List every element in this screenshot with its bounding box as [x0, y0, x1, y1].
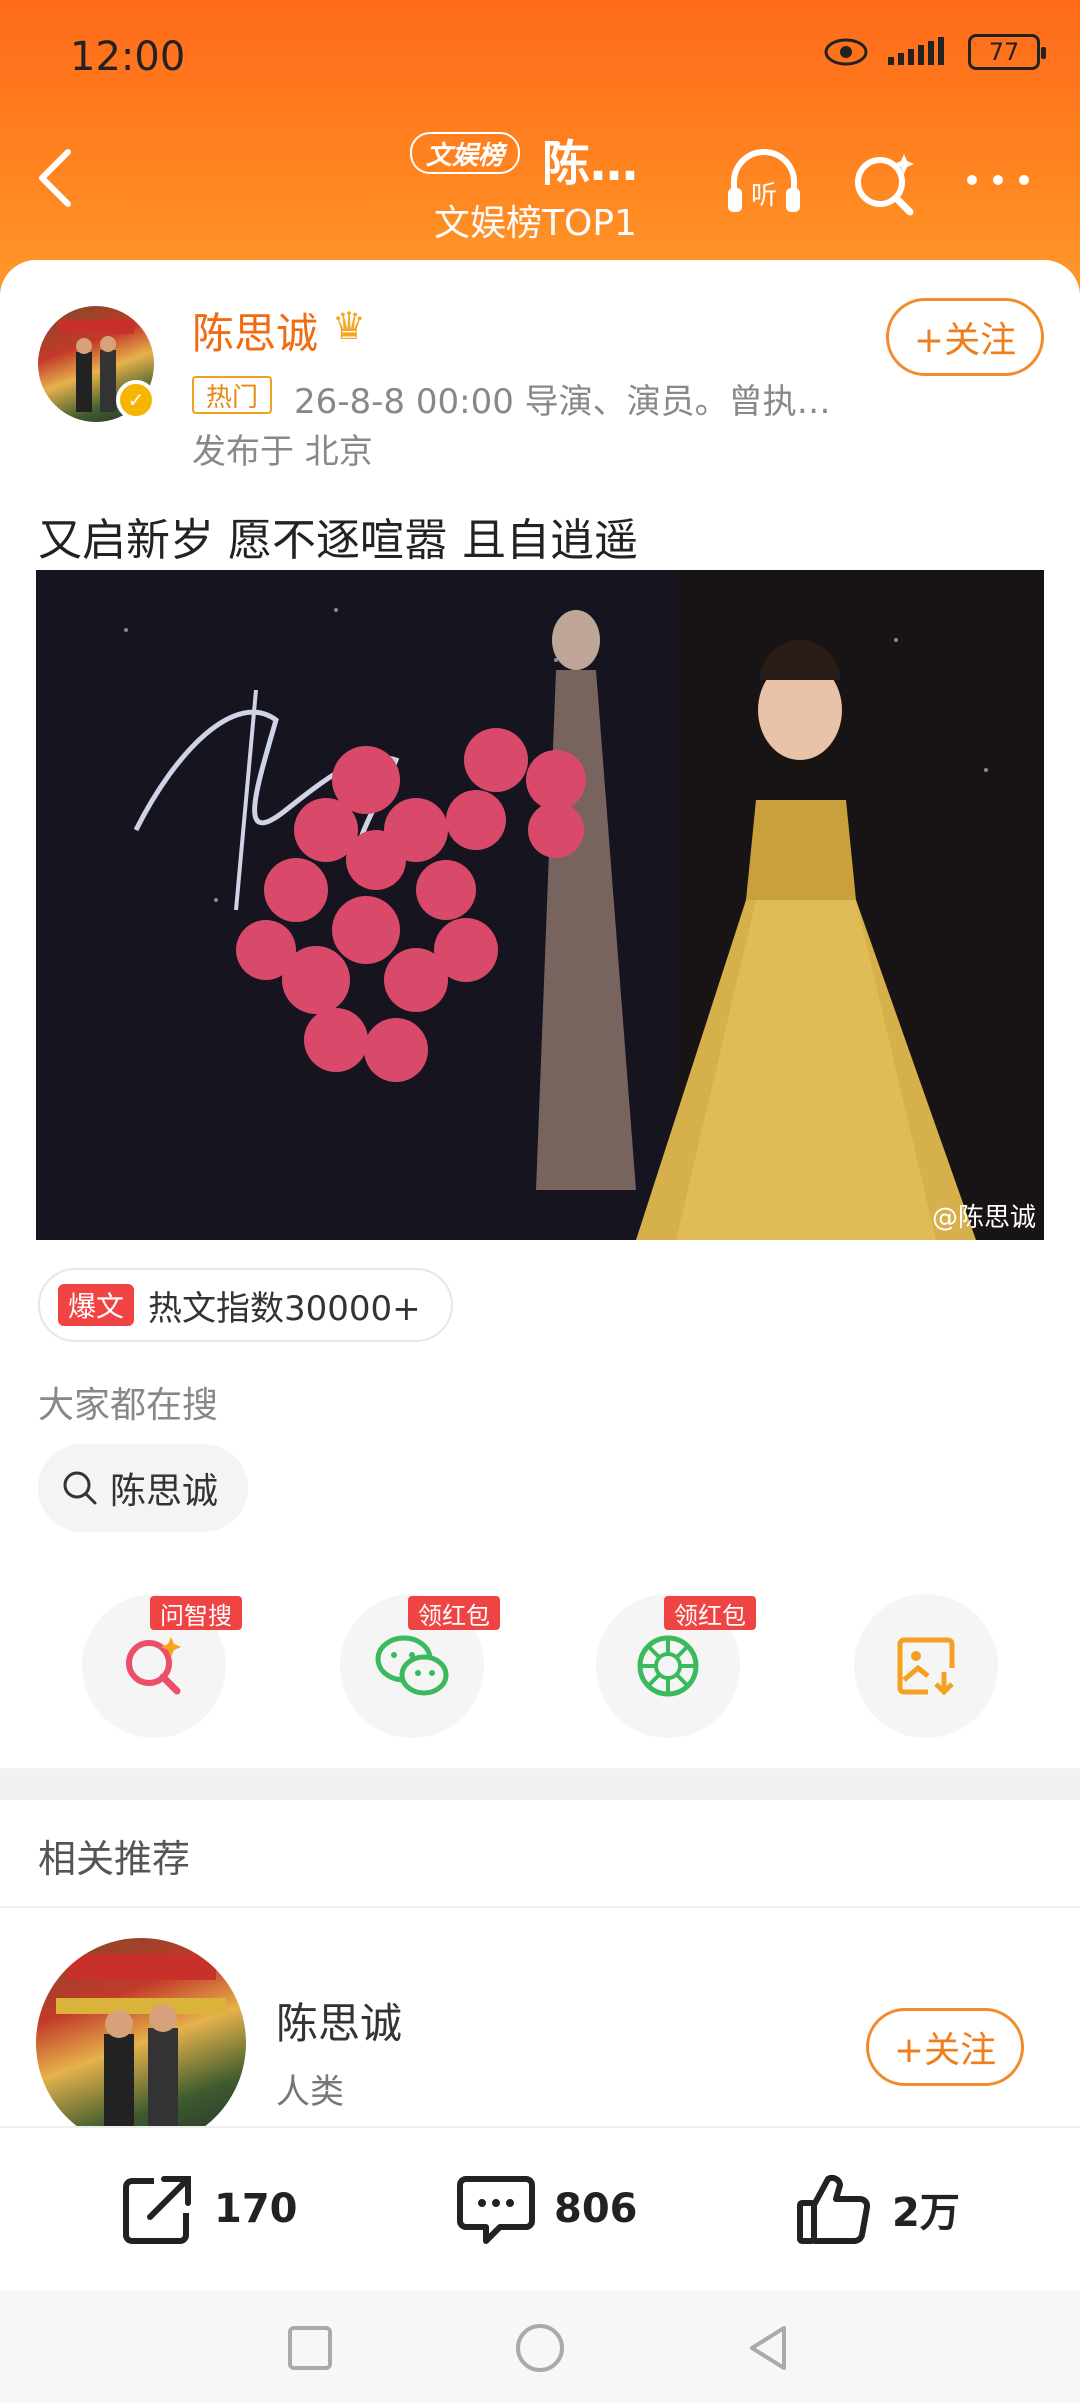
- hot-index-text: 热文指数30000+: [148, 1288, 421, 1329]
- share-count: 170: [214, 2186, 298, 2232]
- comment-count: 806: [554, 2186, 638, 2232]
- svg-text:听: 听: [751, 181, 777, 211]
- status-time: 12:00: [70, 34, 186, 80]
- page-title: 陈…: [542, 136, 639, 192]
- recommend-divider: [0, 1906, 1080, 1908]
- share-icon: [123, 2176, 191, 2244]
- search-icon: [63, 1471, 97, 1505]
- signal-icon: [888, 37, 944, 65]
- home-icon[interactable]: [510, 2318, 570, 2378]
- search-chip-label: 陈思诚: [110, 1471, 219, 1512]
- recents-icon[interactable]: [280, 2318, 340, 2378]
- back-icon[interactable]: [36, 148, 76, 208]
- save-image-button[interactable]: [854, 1594, 998, 1738]
- hot-tag: 热门: [192, 376, 273, 414]
- wechat-icon: [375, 1635, 449, 1696]
- post-image[interactable]: @陈思诚: [36, 570, 1044, 1240]
- recommend-subtitle: 人类: [276, 2072, 344, 2112]
- ranking-tag[interactable]: 文娱榜: [410, 132, 521, 174]
- recommend-follow-button[interactable]: +关注: [866, 2008, 1024, 2086]
- ai-search-tag: 问智搜: [150, 1596, 242, 1630]
- hot-article-badge: 爆文: [58, 1284, 135, 1326]
- page-subtitle[interactable]: 文娱榜TOP1: [434, 194, 637, 246]
- eye-icon: [824, 38, 868, 66]
- verified-badge-icon: ✓: [116, 380, 156, 420]
- save-image-icon: [897, 1637, 955, 1696]
- search-chip[interactable]: 陈思诚: [38, 1444, 249, 1532]
- ai-search-icon: [126, 1637, 181, 1695]
- battery-icon: 77: [968, 34, 1046, 70]
- like-count: 2万: [892, 2190, 960, 2236]
- moments-icon: [637, 1635, 699, 1697]
- post-location: 发布于 北京: [192, 432, 373, 472]
- search-section-label: 大家都在搜: [38, 1385, 219, 1426]
- listen-icon[interactable]: 听: [724, 148, 804, 218]
- like-icon: [797, 2174, 871, 2244]
- like-button[interactable]: 2万: [794, 2164, 960, 2254]
- post-meta: 26-8-8 00:00 导演、演员。曾执…: [294, 382, 831, 422]
- comment-button[interactable]: 806: [456, 2164, 638, 2254]
- search-icon[interactable]: [846, 148, 926, 218]
- status-icons: 77: [824, 34, 1046, 70]
- recommend-name[interactable]: 陈思诚: [276, 1990, 402, 2051]
- post-text: 又启新岁 愿不逐喧嚣 且自逍遥: [38, 515, 638, 566]
- moments-tag: 领红包: [664, 1596, 756, 1630]
- image-watermark: @陈思诚: [931, 1203, 1036, 1233]
- section-divider: [0, 1774, 1080, 1800]
- more-icon[interactable]: [958, 148, 1038, 218]
- recommend-title: 相关推荐: [38, 1837, 191, 1881]
- comment-icon: [457, 2176, 535, 2244]
- follow-button[interactable]: +关注: [886, 298, 1044, 376]
- wechat-tag: 领红包: [408, 1596, 500, 1630]
- recommend-avatar[interactable]: [36, 1938, 246, 2148]
- back-nav-icon[interactable]: [738, 2318, 798, 2378]
- share-button[interactable]: 170: [120, 2164, 298, 2254]
- author-name[interactable]: 陈思诚: [192, 300, 318, 361]
- crown-icon: ♛: [332, 304, 367, 348]
- hot-index-pill[interactable]: 爆文 热文指数30000+: [38, 1268, 453, 1342]
